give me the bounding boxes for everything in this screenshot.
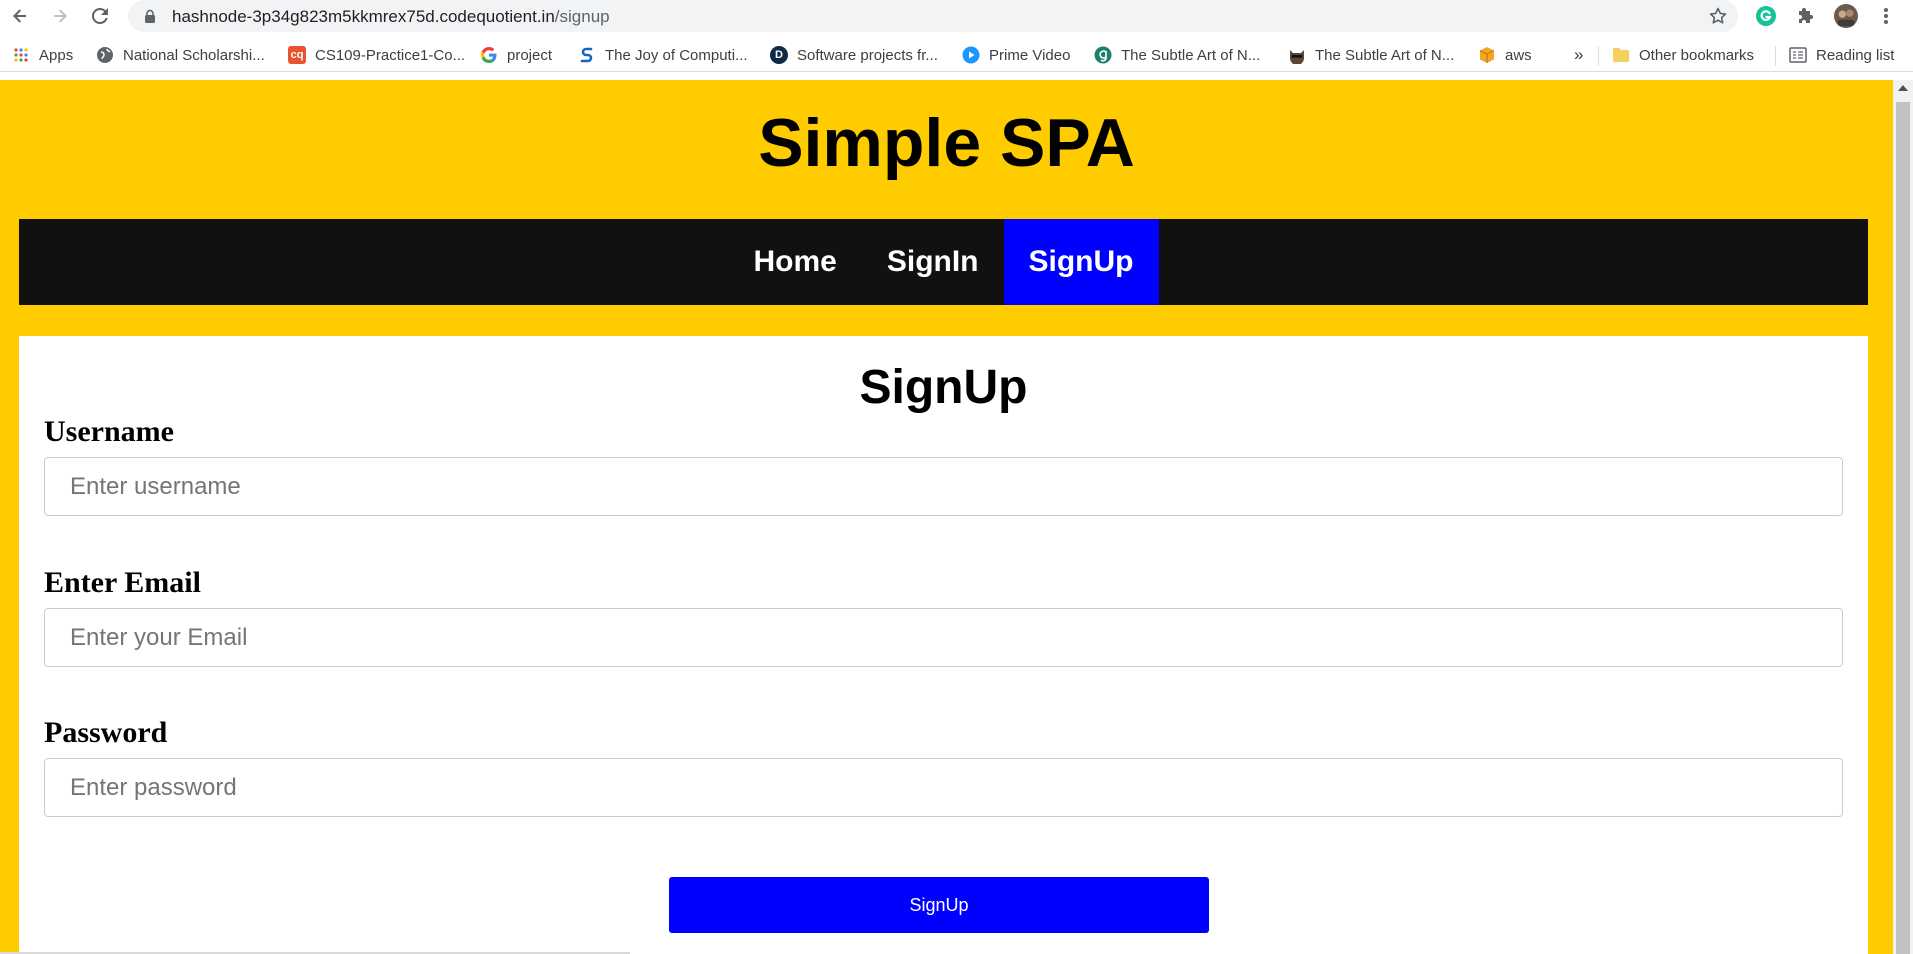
- bookmark-project[interactable]: project: [480, 44, 552, 66]
- bookmark-subtle-art-2[interactable]: The Subtle Art of N...: [1288, 44, 1454, 66]
- globe-icon: [96, 46, 114, 64]
- bookmark-label: The Subtle Art of N...: [1121, 46, 1261, 64]
- signup-submit-button[interactable]: SignUp: [669, 877, 1209, 933]
- cat-face-icon: [1288, 46, 1306, 64]
- reading-list-icon: [1789, 46, 1807, 64]
- scrollbar-thumb[interactable]: [1896, 102, 1910, 954]
- email-label: Enter Email: [44, 566, 201, 599]
- profile-avatar[interactable]: [1834, 4, 1858, 28]
- signup-form: SignUp Username Enter Email Password Sig…: [19, 336, 1868, 954]
- username-label: Username: [44, 415, 174, 448]
- bookmark-label: The Joy of Computi...: [605, 46, 748, 64]
- nav-links: Home SignIn SignUp: [19, 219, 1868, 305]
- swayam-icon: [578, 46, 596, 64]
- bookmark-software-projects[interactable]: D Software projects fr...: [770, 44, 938, 66]
- extensions-puzzle-icon[interactable]: [1794, 4, 1818, 28]
- bookmark-label: Apps: [39, 46, 74, 64]
- page-scrollbar[interactable]: [1893, 80, 1913, 954]
- bookmark-label: Software projects fr...: [797, 46, 938, 64]
- reload-icon[interactable]: [88, 4, 112, 28]
- bookmark-label: Reading list: [1816, 46, 1895, 64]
- apps-grid-icon: [12, 46, 30, 64]
- bookmark-subtle-art-1[interactable]: The Subtle Art of N...: [1094, 44, 1260, 66]
- d-logo-icon: D: [770, 46, 788, 64]
- bookmark-label: aws: [1505, 46, 1532, 64]
- address-bar[interactable]: hashnode-3p34g823m5kkmrex75d.codequotien…: [128, 0, 1738, 32]
- prime-video-icon: [962, 46, 980, 64]
- bookmark-label: Prime Video: [989, 46, 1071, 64]
- bookmark-joy-of-computing[interactable]: The Joy of Computi...: [578, 44, 748, 66]
- nav-link-home[interactable]: Home: [728, 219, 861, 305]
- bookmark-label: project: [507, 46, 553, 64]
- bookmarks-bar: Apps National Scholarshi... cq CS109-Pra…: [0, 38, 1913, 72]
- password-input[interactable]: [44, 758, 1843, 817]
- other-bookmarks[interactable]: Other bookmarks: [1612, 44, 1754, 66]
- bookmark-label: National Scholarshi...: [123, 46, 265, 64]
- codequotient-icon: cq: [288, 46, 306, 64]
- email-input[interactable]: [44, 608, 1843, 667]
- bookmark-cs109-practice[interactable]: cq CS109-Practice1-Co...: [288, 44, 465, 66]
- aws-box-icon: [1478, 46, 1496, 64]
- goodreads-icon: [1094, 46, 1112, 64]
- bookmark-apps[interactable]: Apps: [12, 44, 73, 66]
- username-input[interactable]: [44, 457, 1843, 516]
- nav-link-signin[interactable]: SignIn: [862, 219, 1004, 305]
- bookmark-star-icon[interactable]: [1708, 6, 1728, 26]
- bookmarks-divider: [1598, 46, 1599, 66]
- bookmark-label: The Subtle Art of N...: [1315, 46, 1455, 64]
- forward-arrow-icon[interactable]: [48, 4, 72, 28]
- bookmark-prime-video[interactable]: Prime Video: [962, 44, 1070, 66]
- bookmark-national-scholarship[interactable]: National Scholarshi...: [96, 44, 265, 66]
- bookmark-label: CS109-Practice1-Co...: [315, 46, 466, 64]
- page-body: Simple SPA Home SignIn SignUp SignUp Use…: [0, 80, 1893, 954]
- grammarly-icon[interactable]: [1754, 4, 1778, 28]
- password-label: Password: [44, 716, 168, 749]
- bookmark-label: Other bookmarks: [1639, 46, 1755, 64]
- browser-menu-icon[interactable]: [1874, 4, 1898, 28]
- bookmark-aws[interactable]: aws: [1478, 44, 1532, 66]
- main-navbar: Home SignIn SignUp: [19, 219, 1868, 305]
- google-icon: [480, 46, 498, 64]
- bookmarks-divider: [1775, 46, 1776, 66]
- lock-icon: [145, 9, 155, 23]
- url-host: hashnode-3p34g823m5kkmrex75d.codequotien…: [172, 7, 555, 26]
- form-title: SignUp: [859, 361, 1028, 414]
- nav-link-signup[interactable]: SignUp: [1003, 219, 1159, 305]
- site-title: Simple SPA: [758, 105, 1135, 181]
- browser-toolbar: hashnode-3p34g823m5kkmrex75d.codequotien…: [0, 0, 1913, 32]
- url-path: /signup: [554, 7, 610, 26]
- more-bookmarks-chevron[interactable]: »: [1574, 44, 1583, 66]
- back-arrow-icon[interactable]: [8, 4, 32, 28]
- reading-list[interactable]: Reading list: [1789, 44, 1894, 66]
- folder-icon: [1612, 46, 1630, 64]
- scroll-up-arrow-icon[interactable]: [1898, 85, 1908, 91]
- url-text: hashnode-3p34g823m5kkmrex75d.codequotien…: [172, 7, 610, 27]
